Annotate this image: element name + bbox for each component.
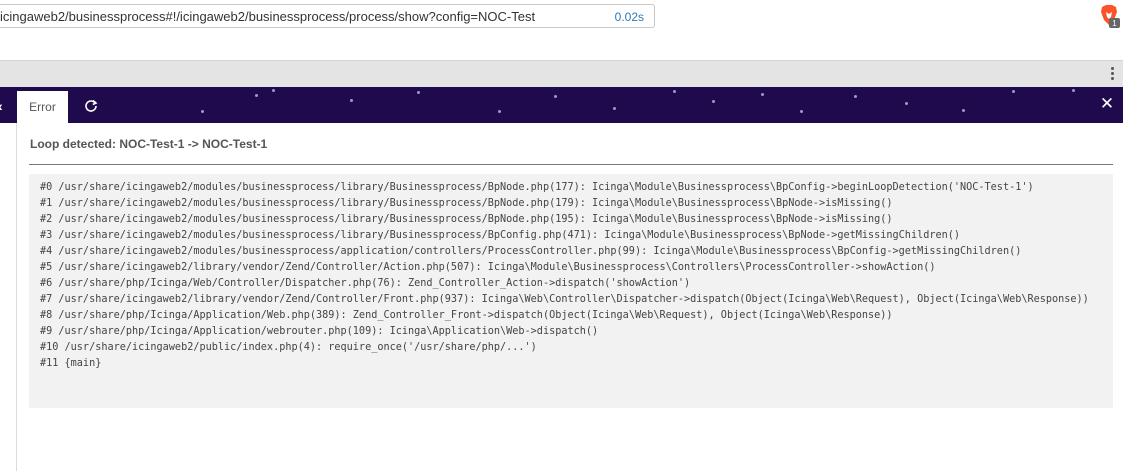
column-divider xyxy=(16,123,17,471)
tab-bar: ‹ Error ✕ xyxy=(0,87,1123,123)
url-text[interactable]: icingaweb2/businessprocess#!/icingaweb2/… xyxy=(0,9,535,24)
chevron-left-icon[interactable]: ‹ xyxy=(0,98,3,114)
title-divider xyxy=(29,164,1113,165)
kebab-menu-icon[interactable] xyxy=(1109,67,1115,83)
extension-badge: 1 xyxy=(1112,19,1117,28)
brave-icon[interactable]: 1 xyxy=(1098,4,1120,28)
trace-line-8: #8 /usr/share/php/Icinga/Application/Web… xyxy=(40,310,893,321)
trace-line-10: #10 /usr/share/icingaweb2/public/index.p… xyxy=(40,342,537,353)
load-time: 0.02s xyxy=(614,10,644,24)
browser-toolbar: icingaweb2/businessprocess#!/icingaweb2/… xyxy=(0,0,1123,34)
trace-line-4: #4 /usr/share/icingaweb2/modules/busines… xyxy=(40,246,1022,257)
trace-line-1: #1 /usr/share/icingaweb2/modules/busines… xyxy=(40,198,893,209)
tab-error[interactable]: Error xyxy=(17,91,68,123)
bookmarks-strip xyxy=(0,60,1123,87)
trace-line-7: #7 /usr/share/icingaweb2/library/vendor/… xyxy=(40,294,1089,305)
trace-line-6: #6 /usr/share/php/Icinga/Web/Controller/… xyxy=(40,278,691,289)
error-title: Loop detected: NOC-Test-1 -> NOC-Test-1 xyxy=(30,137,268,151)
refresh-icon[interactable] xyxy=(82,97,100,115)
address-bar[interactable]: icingaweb2/businessprocess#!/icingaweb2/… xyxy=(0,4,655,28)
trace-line-0: #0 /usr/share/icingaweb2/modules/busines… xyxy=(40,182,1034,193)
trace-line-9: #9 /usr/share/php/Icinga/Application/web… xyxy=(40,326,599,337)
stack-trace: #0 /usr/share/icingaweb2/modules/busines… xyxy=(29,174,1113,408)
trace-line-3: #3 /usr/share/icingaweb2/modules/busines… xyxy=(40,230,961,241)
trace-line-2: #2 /usr/share/icingaweb2/modules/busines… xyxy=(40,214,893,225)
close-icon[interactable]: ✕ xyxy=(1099,95,1115,112)
trace-line-5: #5 /usr/share/icingaweb2/library/vendor/… xyxy=(40,262,936,273)
trace-line-11: #11 {main} xyxy=(40,358,102,369)
